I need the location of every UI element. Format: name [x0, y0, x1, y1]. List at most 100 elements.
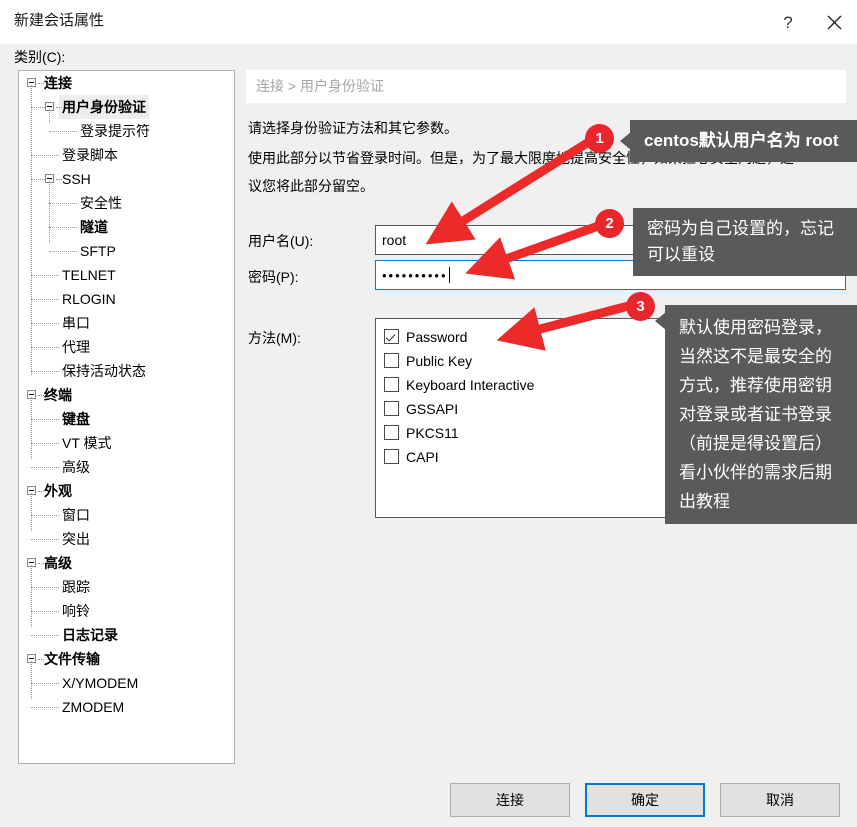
checkbox-unchecked-icon[interactable]: [384, 425, 399, 440]
tree-connector-line: [31, 515, 59, 516]
tree-connector-line: [31, 493, 32, 531]
tree-connector-line: [31, 107, 45, 108]
help-icon[interactable]: ?: [765, 0, 811, 44]
tree-connector-line: [31, 85, 32, 375]
password-input[interactable]: ••••••••••: [375, 260, 846, 290]
tree-item-13[interactable]: 终端: [19, 383, 234, 407]
tree-item-label: 代理: [62, 339, 90, 355]
tree-connector-line: [31, 397, 32, 459]
tree-connector-line: [49, 227, 77, 228]
tree-connector-line: [31, 635, 59, 636]
method-label: Keyboard Interactive: [406, 377, 535, 393]
checkbox-unchecked-icon[interactable]: [384, 353, 399, 368]
tree-connector-line: [38, 659, 44, 660]
tree-item-label: 突出: [62, 531, 90, 547]
tree-connector-line: [31, 275, 59, 276]
tree-item-label: RLOGIN: [62, 291, 116, 307]
tree-connector-line: [31, 611, 59, 612]
tree-item-label: 保持活动状态: [62, 363, 146, 379]
tree-connector-line: [31, 179, 45, 180]
tree-item-1[interactable]: 用户身份验证: [19, 95, 234, 119]
tree-connector-line: [31, 587, 59, 588]
tree-item-17[interactable]: 外观: [19, 479, 234, 503]
tree-connector-line: [31, 467, 59, 468]
category-tree[interactable]: 连接用户身份验证登录提示符登录脚本 SSH 安全性隧道 SFTP TELNET RLOGI…: [18, 70, 235, 764]
tree-item-label: 隧道: [80, 219, 108, 235]
tree-connector-line: [49, 109, 50, 123]
method-label: 方法(M):: [248, 330, 301, 346]
tree-item-label: ZMODEM: [62, 699, 125, 715]
tree-item-label: TELNET: [62, 267, 116, 283]
tree-connector-line: [31, 565, 32, 627]
breadcrumb: 连接 > 用户身份验证: [246, 70, 846, 103]
description-line-1: 请选择身份验证方法和其它参数。: [248, 120, 458, 136]
ok-button[interactable]: 确定: [585, 783, 705, 817]
method-checkbox-row[interactable]: GSSAPI: [382, 397, 845, 421]
method-checkbox-row[interactable]: PKCS11: [382, 421, 845, 445]
title-bar: 新建会话属性 ?: [0, 0, 857, 44]
tree-item-label: 文件传输: [44, 651, 100, 667]
checkbox-unchecked-icon[interactable]: [384, 377, 399, 392]
tree-connector-line: [31, 661, 32, 699]
tree-item-0[interactable]: 连接: [19, 71, 234, 95]
close-icon[interactable]: [811, 0, 857, 44]
method-label: CAPI: [406, 449, 439, 465]
method-label: GSSAPI: [406, 401, 459, 417]
tree-connector-line: [38, 563, 44, 564]
tree-connector-line: [49, 251, 77, 252]
tree-item-label: 用户身份验证: [59, 95, 149, 119]
tree-connector-line: [38, 395, 44, 396]
tree-item-label: 连接: [44, 75, 72, 91]
tree-item-20[interactable]: 高级: [19, 551, 234, 575]
method-checkbox-row[interactable]: CAPI: [382, 445, 845, 469]
connect-button[interactable]: 连接: [450, 783, 570, 817]
method-checkbox-row[interactable]: Password: [382, 325, 845, 349]
tree-item-label: SSH: [62, 171, 91, 187]
tree-connector-line: [31, 419, 59, 420]
tree-connector-line: [31, 707, 59, 708]
password-value: ••••••••••: [382, 268, 448, 283]
tree-connector-line: [31, 371, 59, 372]
tree-item-label: VT 模式: [62, 435, 112, 451]
tree-connector-line: [31, 347, 59, 348]
tree-item-label: 窗口: [62, 507, 90, 523]
tree-item-label: 响铃: [62, 603, 90, 619]
username-label: 用户名(U):: [248, 233, 314, 249]
tree-item-24[interactable]: 文件传输: [19, 647, 234, 671]
tree-connector-line: [56, 107, 62, 108]
tree-item-label: 高级: [44, 555, 72, 571]
username-input[interactable]: root: [375, 225, 846, 255]
checkbox-checked-icon[interactable]: [384, 329, 399, 344]
main-panel: 连接 > 用户身份验证 请选择身份验证方法和其它参数。 使用此部分以节省登录时间…: [246, 70, 846, 762]
checkbox-unchecked-icon[interactable]: [384, 401, 399, 416]
tree-item-label: 外观: [44, 483, 72, 499]
tree-connector-line: [31, 323, 59, 324]
tree-connector-line: [31, 443, 59, 444]
description-line-3: 议您将此部分留空。: [248, 178, 374, 194]
method-checkbox-row[interactable]: Public Key: [382, 349, 845, 373]
username-value: root: [382, 232, 407, 248]
method-checkbox-row[interactable]: Keyboard Interactive: [382, 373, 845, 397]
method-label: Public Key: [406, 353, 473, 369]
tree-item-label: 高级: [62, 459, 90, 475]
new-session-properties-dialog: 新建会话属性 ? 类别(C): 连接 用户身份验证 登录提示符 登录脚本 SSH 安全性隧…: [0, 0, 857, 827]
tree-connector-line: [31, 155, 59, 156]
tree-item-label: 登录提示符: [80, 123, 150, 139]
tree-connector-line: [31, 539, 59, 540]
tree-connector-line: [49, 203, 77, 204]
tree-item-4[interactable]: SSH: [19, 167, 234, 191]
tree-item-label: 登录脚本: [62, 147, 118, 163]
text-caret: [448, 267, 450, 283]
tree-item-label: 安全性: [80, 195, 122, 211]
tree-item-label: 终端: [44, 387, 72, 403]
cancel-button[interactable]: 取消: [720, 783, 840, 817]
category-label: 类别(C):: [14, 49, 66, 65]
tree-item-label: SFTP: [80, 243, 116, 259]
method-list[interactable]: Password Public Key Keyboard Interactive GS…: [375, 318, 846, 518]
window-title: 新建会话属性: [14, 12, 105, 29]
checkbox-unchecked-icon[interactable]: [384, 449, 399, 464]
tree-connector-line: [31, 683, 59, 684]
tree-connector-line: [38, 83, 44, 84]
tree-connector-line: [56, 179, 62, 180]
tree-item-label: X/YMODEM: [62, 675, 139, 691]
